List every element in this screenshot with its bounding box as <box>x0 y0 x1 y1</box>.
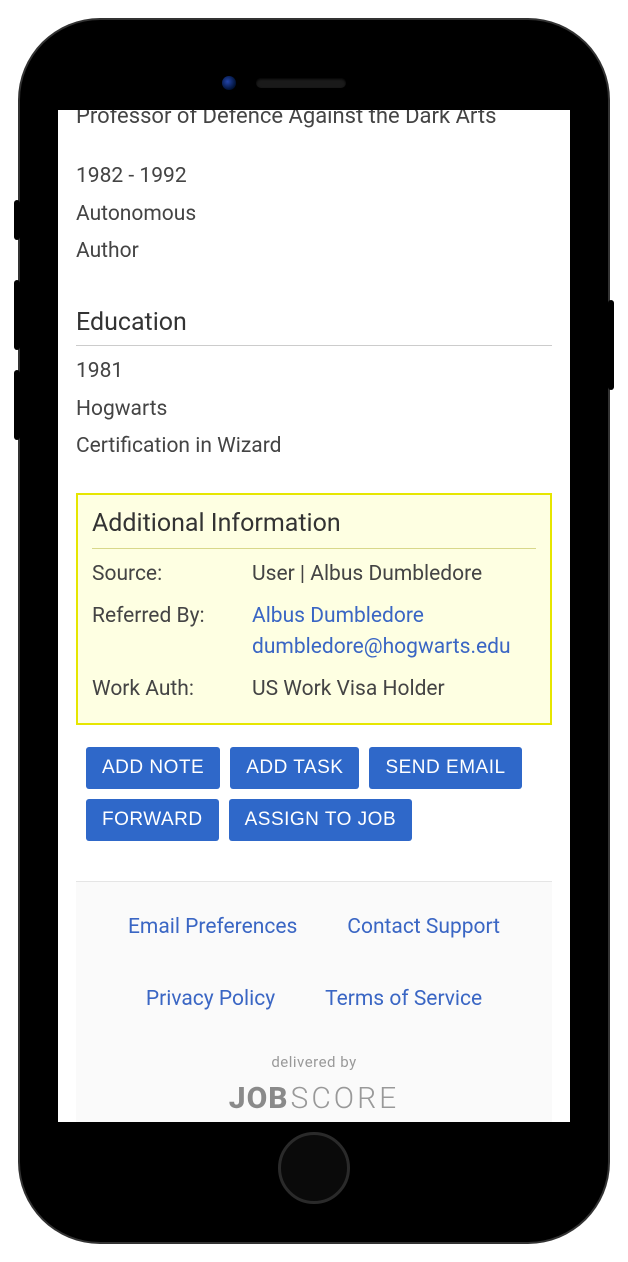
candidate-detail-content: Professor of Defence Against the Dark Ar… <box>58 110 570 1122</box>
front-camera-icon <box>222 76 236 90</box>
phone-device-frame: Professor of Defence Against the Dark Ar… <box>20 20 608 1242</box>
work-auth-label: Work Auth: <box>92 674 252 706</box>
jobscore-logo-score: SCORE <box>291 1076 400 1121</box>
education-school: Hogwarts <box>76 394 552 426</box>
experience-role: Author <box>76 236 552 268</box>
source-value: User | Albus Dumbledore <box>252 559 536 591</box>
experience-dates: 1982 - 1992 <box>76 161 552 193</box>
terms-of-service-link[interactable]: Terms of Service <box>325 984 482 1016</box>
additional-information-heading: Additional Information <box>92 505 536 550</box>
assign-to-job-button[interactable]: ASSIGN TO JOB <box>229 799 413 841</box>
delivered-by-label: delivered by <box>86 1051 542 1074</box>
source-label: Source: <box>92 559 252 591</box>
referred-by-name-link[interactable]: Albus Dumbledore <box>252 601 536 633</box>
experience-title: Professor of Defence Against the Dark Ar… <box>76 110 552 133</box>
additional-information-panel: Additional Information Source: User | Al… <box>76 493 552 726</box>
forward-button[interactable]: FORWARD <box>86 799 219 841</box>
mute-switch <box>14 200 20 240</box>
referred-by-email-link[interactable]: dumbledore@hogwarts.edu <box>252 632 536 664</box>
jobscore-logo-job: JOB <box>229 1076 289 1121</box>
referred-by-row: Referred By: Albus Dumbledore dumbledore… <box>92 601 536 664</box>
earpiece-speaker-icon <box>256 78 346 88</box>
volume-up-button <box>14 280 20 350</box>
page-footer: Email Preferences Contact Support Privac… <box>76 881 552 1122</box>
volume-down-button <box>14 370 20 440</box>
add-task-button[interactable]: ADD TASK <box>230 747 359 789</box>
contact-support-link[interactable]: Contact Support <box>347 912 500 944</box>
app-screen: Professor of Defence Against the Dark Ar… <box>58 110 570 1122</box>
phone-bezel: Professor of Defence Against the Dark Ar… <box>40 40 588 1222</box>
send-email-button[interactable]: SEND EMAIL <box>369 747 521 789</box>
source-row: Source: User | Albus Dumbledore <box>92 559 536 591</box>
home-button[interactable] <box>278 1132 350 1204</box>
referred-by-value: Albus Dumbledore dumbledore@hogwarts.edu <box>252 601 536 664</box>
referred-by-label: Referred By: <box>92 601 252 664</box>
education-heading: Education <box>76 304 552 347</box>
experience-entry: 1982 - 1992 Autonomous Author <box>76 161 552 268</box>
experience-company: Autonomous <box>76 199 552 231</box>
footer-links: Email Preferences Contact Support Privac… <box>86 912 542 1015</box>
email-preferences-link[interactable]: Email Preferences <box>128 912 297 944</box>
privacy-policy-link[interactable]: Privacy Policy <box>146 984 275 1016</box>
power-button <box>608 300 614 390</box>
education-entry: 1981 Hogwarts Certification in Wizard <box>76 356 552 463</box>
work-auth-row: Work Auth: US Work Visa Holder <box>92 674 536 706</box>
action-button-bar: ADD NOTE ADD TASK SEND EMAIL FORWARD ASS… <box>86 747 552 841</box>
add-note-button[interactable]: ADD NOTE <box>86 747 220 789</box>
education-degree: Certification in Wizard <box>76 431 552 463</box>
jobscore-logo: JOB SCORE <box>86 1076 542 1121</box>
phone-sensor-cluster <box>282 76 346 90</box>
education-year: 1981 <box>76 356 552 388</box>
delivered-by-block: delivered by JOB SCORE <box>86 1051 542 1121</box>
work-auth-value: US Work Visa Holder <box>252 674 536 706</box>
